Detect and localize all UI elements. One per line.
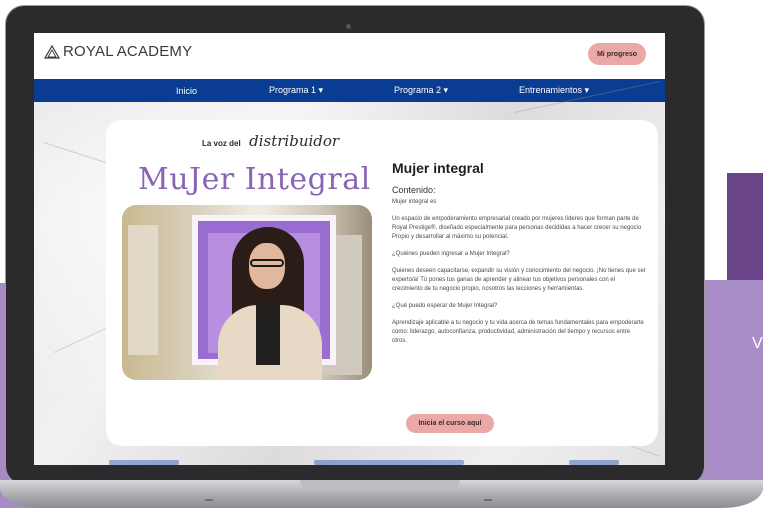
image-header-script: distribuidor <box>249 132 340 150</box>
footer-link[interactable] <box>109 460 179 465</box>
logo-text: ROYAL ACADEMY <box>63 43 193 60</box>
site-header: ROYAL ACADEMY Mi progreso <box>34 33 665 79</box>
laptop-foot-mark <box>484 499 492 501</box>
triangle-logo-icon <box>44 44 60 59</box>
image-title: MuJer Integral <box>138 162 371 197</box>
course-cover-photo <box>122 205 372 380</box>
course-intro: Mujer integral es <box>392 199 437 205</box>
glasses-icon <box>250 259 284 267</box>
footer-partial <box>34 455 665 465</box>
marble-background: La voz del distribuidor MuJer Integral M… <box>34 80 665 465</box>
laptop-foot-mark <box>205 499 213 501</box>
footer-link[interactable] <box>314 460 464 465</box>
nav-item-programa-2[interactable]: Programa 2 ▾ <box>394 79 448 102</box>
course-paragraph: Quienes deseen capacitarse, expandir su … <box>392 268 646 292</box>
course-question: ¿Quiénes pueden ingresar a Mujer Integra… <box>392 251 510 257</box>
my-progress-button[interactable]: Mi progreso <box>588 43 646 65</box>
course-title: Mujer integral <box>392 160 484 176</box>
nav-item-inicio[interactable]: Inicio <box>176 79 197 102</box>
laptop-notch <box>300 480 460 487</box>
course-question: ¿Qué puedo esperar de Mujer Integral? <box>392 303 498 309</box>
course-paragraph: Un espacio de empoderamiento empresarial… <box>392 216 642 240</box>
background-building <box>128 225 158 355</box>
start-course-button[interactable]: Inicia el curso aquí <box>406 414 494 433</box>
nav-item-programa-1[interactable]: Programa 1 ▾ <box>269 79 323 102</box>
webcam-icon <box>346 24 351 29</box>
contenido-label: Contenido: <box>392 185 436 195</box>
course-description: Mujer integral Contenido: Mujer integral… <box>392 160 646 354</box>
footer-link[interactable] <box>569 460 619 465</box>
image-header: La voz del distribuidor <box>202 132 339 151</box>
background-side-text: V <box>752 335 763 352</box>
site-logo[interactable]: ROYAL ACADEMY <box>44 43 192 60</box>
woman-top <box>256 305 280 365</box>
image-header-small: La voz del <box>202 139 241 148</box>
main-navigation: Inicio Programa 1 ▾ Programa 2 ▾ Entrena… <box>34 79 665 102</box>
course-paragraph: Aprendizaje aplicable a tu negocio y tu … <box>392 320 644 344</box>
course-card: La voz del distribuidor MuJer Integral M… <box>106 120 658 446</box>
laptop-screen: ROYAL ACADEMY Mi progreso Inicio Program… <box>34 33 665 465</box>
